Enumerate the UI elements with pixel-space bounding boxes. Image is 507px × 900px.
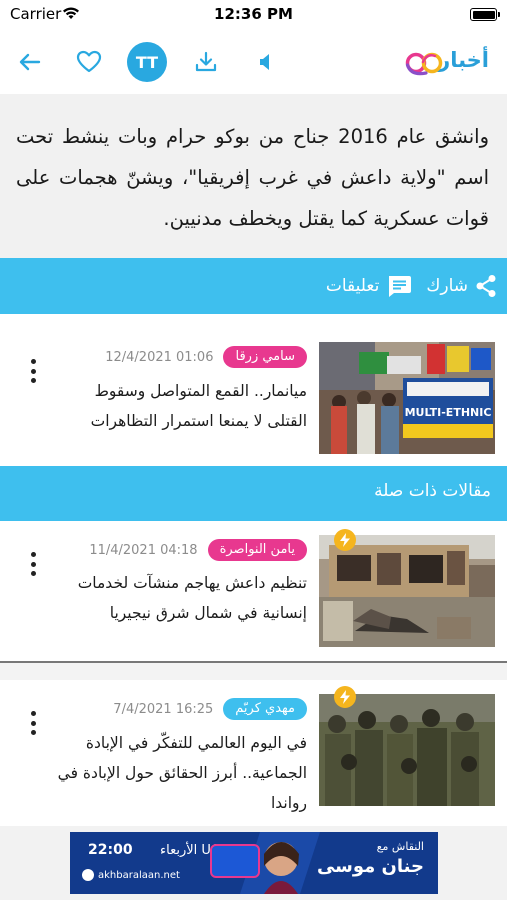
author-badge[interactable]: سامي زرقا [223,346,307,368]
article-title[interactable]: تنظيم داعش يهاجم منشآت لخدمات إنسانية في… [57,568,307,628]
article-meta: مهدي كريّم 7/4/2021 16:25 [113,698,307,720]
protest-sign-text: MULTI-ETHNIC [405,406,492,419]
share-bar: شارك تعليقات [0,258,507,314]
related-article-card[interactable]: يامن النواصرة 11/4/2021 04:18 تنظيم داعش… [0,521,507,661]
status-bar: Carrier 12:36 PM [0,0,507,30]
share-icon [476,275,496,297]
akhbar-alaan-logo[interactable]: أخبار [399,43,491,83]
comment-icon [389,276,412,297]
related-article-card[interactable]: مهدي كريّم 7/4/2021 16:25 في اليوم العال… [0,680,507,826]
clock: 12:36 PM [214,5,293,23]
app-screen: Carrier 12:36 PM TT أخبار وانشق عام 2016… [0,0,507,900]
battery-icon [470,8,500,21]
ad-host-name: جنان موسى [316,856,424,877]
ad-time: 22:00 [88,842,133,858]
download-icon[interactable] [186,42,226,82]
share-button[interactable]: شارك [426,274,497,298]
show-logo [210,844,260,878]
list-gap [0,663,507,680]
ad-url: akhbaralaan.net [98,870,180,881]
back-arrow-icon[interactable] [10,42,50,82]
speaker-icon[interactable] [245,42,285,82]
article-date: 7/4/2021 16:25 [113,701,214,717]
article-body: وانشق عام 2016 جناح من بوكو حرام وبات ين… [0,94,507,258]
author-badge[interactable]: يامن النواصرة [207,539,307,561]
ad-area: النقاش مع جنان موسى الأربعاء UAE 22:00 a… [0,826,507,900]
more-options-icon[interactable] [24,708,42,738]
heart-icon[interactable] [69,42,109,82]
breaking-news-bolt-icon [334,529,356,551]
more-options-icon[interactable] [24,356,42,386]
related-articles-title: مقالات ذات صلة [374,481,491,501]
promo-banner[interactable]: النقاش مع جنان موسى الأربعاء UAE 22:00 a… [70,832,438,894]
article-meta: يامن النواصرة 11/4/2021 04:18 [89,539,307,561]
svg-text:أخبار: أخبار [437,45,489,72]
rwanda-soldiers-thumbnail [319,694,495,806]
article-title[interactable]: في اليوم العالمي للتفكّر في الإبادة الجم… [57,728,307,818]
author-badge[interactable]: مهدي كريّم [223,698,307,720]
breaking-news-bolt-icon [334,686,356,708]
article-title[interactable]: ميانمار.. القمع المتواصل وسقوط القتلى لا… [57,376,307,436]
nigeria-attack-thumbnail [319,535,495,647]
article-meta: سامي زرقا 12/4/2021 01:06 [105,346,307,368]
article-date: 11/4/2021 04:18 [89,542,198,558]
article-toolbar: TT أخبار [0,30,507,94]
myanmar-protest-thumbnail: MULTI-ETHNIC [319,342,495,454]
more-options-icon[interactable] [24,549,42,579]
comments-label: تعليقات [325,276,380,296]
share-label: شارك [426,276,468,296]
globe-icon [82,869,94,881]
featured-article-card[interactable]: MULTI-ETHNIC سامي زرقا 12/4/2021 01:06 م… [0,314,507,466]
article-paragraph: وانشق عام 2016 جناح من بوكو حرام وبات ين… [16,125,489,230]
comments-button[interactable]: تعليقات [326,274,412,298]
font-size-icon[interactable]: TT [127,42,167,82]
related-articles-header: مقالات ذات صلة [0,466,507,521]
ad-host-label: النقاش مع [376,840,424,853]
article-date: 12/4/2021 01:06 [105,349,214,365]
